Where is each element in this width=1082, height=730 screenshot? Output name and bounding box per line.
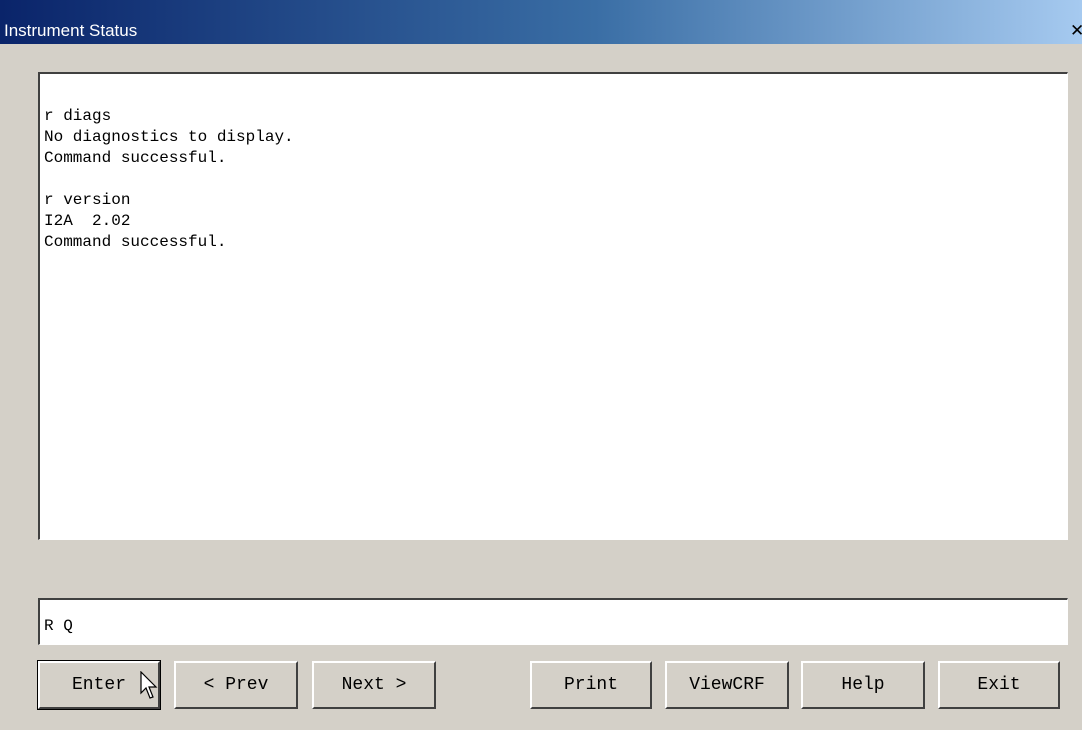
command-input[interactable] xyxy=(38,598,1068,645)
close-icon[interactable]: ✕ xyxy=(1070,20,1082,41)
mouse-pointer-icon xyxy=(140,671,158,699)
instrument-status-window: Instrument Status ✕ r diags No diagnosti… xyxy=(0,0,1082,730)
window-title: Instrument Status xyxy=(4,21,138,40)
output-log-text: r diags No diagnostics to display. Comma… xyxy=(44,107,294,251)
title-bar[interactable]: Instrument Status ✕ xyxy=(0,0,1082,44)
prev-button[interactable]: < Prev xyxy=(174,661,298,709)
exit-button[interactable]: Exit xyxy=(938,661,1060,709)
viewcrf-button[interactable]: ViewCRF xyxy=(665,661,789,709)
print-button[interactable]: Print xyxy=(530,661,652,709)
output-log[interactable]: r diags No diagnostics to display. Comma… xyxy=(38,72,1068,540)
next-button[interactable]: Next > xyxy=(312,661,436,709)
help-button[interactable]: Help xyxy=(801,661,925,709)
